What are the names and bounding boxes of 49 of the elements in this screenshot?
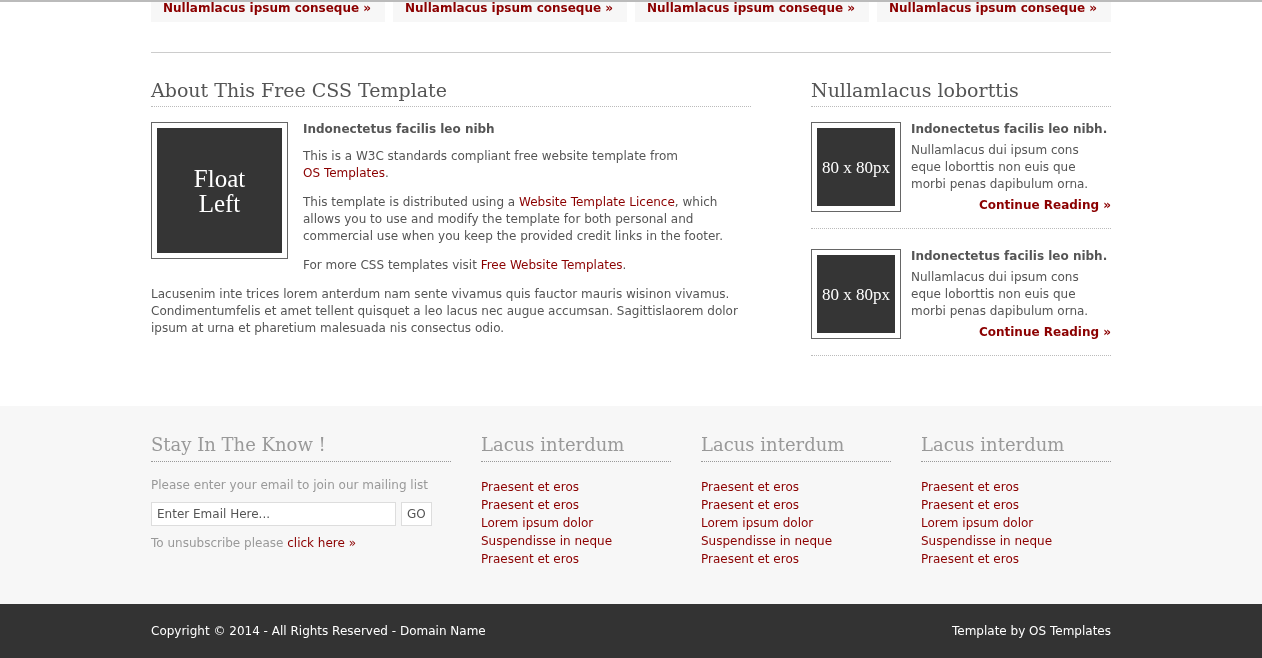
featured-link[interactable]: Nullamlacus ipsum conseque » [151,2,385,22]
section-heading: About This Free CSS Template [151,79,751,107]
continue-reading-link[interactable]: Continue Reading » [978,198,1111,212]
paragraph: This template is distributed using a Website Template Licence, which allows you to use and modify the template for both personal and commercial use when you keep the provided credit links in the footer. [303,194,724,245]
placeholder-label: 80 x 80px [822,285,890,303]
credit-text: Template by OS Templates [952,624,1111,638]
section-heading: Nullamlacus loborttis [811,79,1111,107]
footer-heading: Lacus interdum [481,434,671,462]
text-link[interactable]: Free Website Templates [480,258,623,272]
footer-link[interactable]: Suspendisse in neque [481,532,671,550]
footer-link[interactable]: Praesent et eros [921,478,1111,496]
footer-link[interactable]: Lorem ipsum dolor [481,514,671,532]
copyright-text: Copyright © 2014 - All Rights Reserved - Domain Name [151,624,486,638]
footer-heading: Lacus interdum [701,434,891,462]
footer-link[interactable]: Suspendisse in neque [701,532,891,550]
placeholder-label: 80 x 80px [822,158,890,176]
post-title: Indonectetus facilis leo nibh. [911,249,1109,263]
post-excerpt: Nullamlacus dui ipsum cons eque loborttis non euis que morbi penas dapibulum orna. [911,142,1090,193]
footer-link[interactable]: Praesent et eros [481,478,671,496]
footer-link[interactable]: Praesent et eros [481,496,671,514]
text-link[interactable]: OS Templates [303,166,385,180]
footer-heading: Lacus interdum [921,434,1111,462]
subheading: Indonectetus facilis leo nibh [303,122,496,136]
email-field[interactable]: Enter Email Here... [151,502,396,526]
footer-link[interactable]: Praesent et eros [921,550,1111,568]
footer-link[interactable]: Praesent et eros [481,550,671,568]
featured-link[interactable]: Nullamlacus ipsum conseque » [877,2,1111,22]
footer-link[interactable]: Praesent et eros [701,496,891,514]
footer-link[interactable]: Lorem ipsum dolor [921,514,1111,532]
go-button[interactable]: GO [401,502,432,526]
footer-link[interactable]: Lorem ipsum dolor [701,514,891,532]
paragraph: For more CSS templates visit Free Website Templates. [303,257,628,274]
paragraph: Lacusenim inte trices lorem anterdum nam sente vivamus quis fauctor mauris wisinon vivamus. Condimentumfelis et amet tellent quisquet a leo lacus nec augue accumsan. Sagittislaorem dolor ipsum at urna et pharetium malesuada nis consectus odio. [151,286,739,337]
featured-link[interactable]: Nullamlacus ipsum conseque » [393,2,627,22]
footer-link[interactable]: Praesent et eros [921,496,1111,514]
featured-link[interactable]: Nullamlacus ipsum conseque » [635,2,869,22]
paragraph: This is a W3C standards compliant free website template from OS Templates. [303,148,679,182]
unsubscribe-link[interactable]: click here » [287,536,357,550]
continue-reading-link[interactable]: Continue Reading » [978,325,1111,339]
footer-link[interactable]: Praesent et eros [701,478,891,496]
placeholder-label: Float Left [192,165,247,216]
footer-link[interactable]: Suspendisse in neque [921,532,1111,550]
post-title: Indonectetus facilis leo nibh. [911,122,1109,136]
text-link[interactable]: Website Template Licence [519,195,675,209]
footer-link[interactable]: Praesent et eros [701,550,891,568]
newsletter-intro: Please enter your email to join our mailing list [151,478,429,492]
post-excerpt: Nullamlacus dui ipsum cons eque loborttis non euis que morbi penas dapibulum orna. [911,269,1090,320]
footer-heading: Stay In The Know ! [151,434,451,462]
unsubscribe-text: To unsubscribe please click here » [151,536,358,550]
